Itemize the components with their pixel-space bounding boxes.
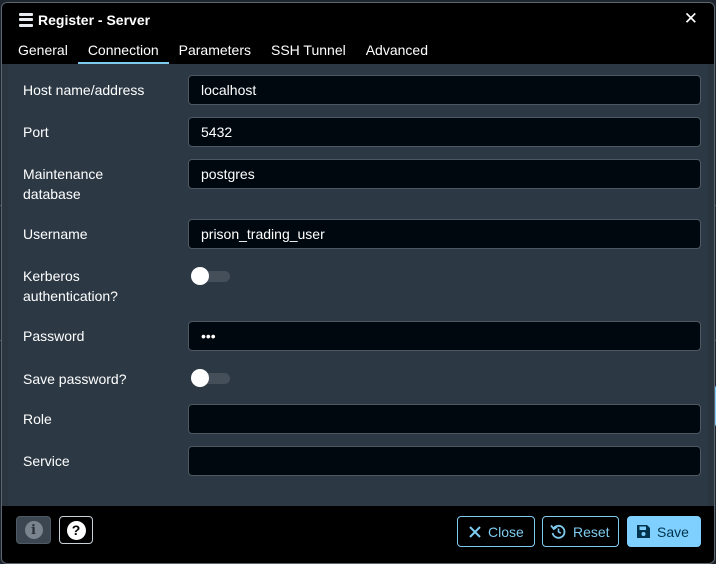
role-label: Role (23, 411, 52, 427)
save-icon (636, 524, 651, 539)
reset-button-label: Reset (573, 523, 610, 540)
save-password-label: Save password? (23, 371, 127, 387)
save-button[interactable]: Save (627, 516, 701, 547)
tab-parameters[interactable]: Parameters (169, 38, 261, 64)
save-button-label: Save (657, 523, 689, 540)
close-icon (468, 525, 482, 539)
maintenance-db-label: Maintenance database (23, 166, 104, 202)
info-button[interactable]: i (16, 516, 51, 544)
info-icon: i (24, 521, 43, 539)
save-password-toggle[interactable] (191, 369, 230, 387)
dialog-title: Register - Server (38, 11, 151, 28)
port-input[interactable]: 5432 (188, 117, 701, 147)
server-icon (19, 12, 33, 27)
connection-form: Host name/address localhost Port 5432 Ma… (8, 64, 708, 506)
tab-ssh-tunnel[interactable]: SSH Tunnel (261, 38, 356, 64)
username-input[interactable]: prison_trading_user (188, 219, 701, 249)
close-button[interactable]: Close (457, 516, 535, 547)
tab-connection[interactable]: Connection (77, 38, 169, 64)
close-button-label: Close (488, 523, 524, 540)
port-label: Port (23, 124, 49, 140)
dialog-titlebar[interactable]: Register - Server ✕ (2, 3, 714, 36)
reset-button[interactable]: Reset (542, 516, 619, 547)
tab-general[interactable]: General (8, 38, 78, 64)
host-input[interactable]: localhost (188, 75, 701, 105)
password-label: Password (23, 328, 85, 344)
help-icon: ? (66, 520, 86, 540)
host-label: Host name/address (23, 82, 145, 98)
close-icon[interactable]: ✕ (684, 10, 698, 27)
service-label: Service (23, 453, 70, 469)
username-label: Username (23, 226, 88, 242)
toggle-knob (191, 267, 209, 285)
kerberos-label: Kerberos authentication? (23, 268, 118, 304)
password-input[interactable]: ••• (188, 321, 701, 351)
help-button[interactable]: ? (59, 516, 93, 544)
role-input[interactable] (188, 404, 701, 434)
toggle-knob (191, 369, 209, 387)
kerberos-toggle[interactable] (191, 267, 230, 285)
dialog-footer: i ? Close Reset Save (2, 506, 714, 563)
service-input[interactable] (188, 446, 701, 476)
maintenance-db-input[interactable]: postgres (188, 159, 701, 189)
dialog-tabs: General Connection Parameters SSH Tunnel… (2, 36, 714, 64)
reset-icon (550, 523, 567, 540)
register-server-dialog: Register - Server ✕ General Connection P… (1, 2, 715, 564)
tab-advanced[interactable]: Advanced (356, 38, 438, 64)
